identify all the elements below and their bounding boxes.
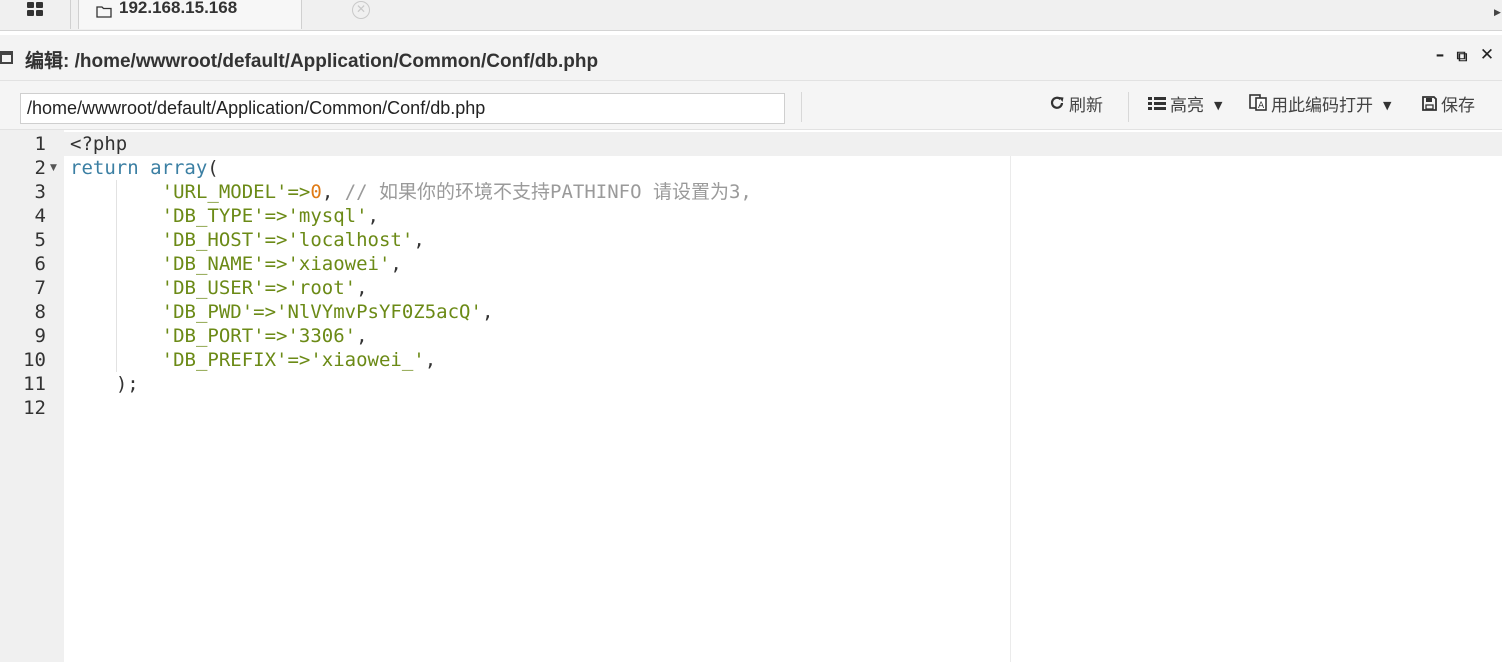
code-line: return array( (70, 157, 219, 179)
line-number: 5 (34, 229, 46, 251)
chevron-down-icon: ▼ (1214, 99, 1223, 112)
refresh-label: 刷新 (1069, 96, 1103, 116)
line-number: 7 (34, 277, 46, 299)
restore-button[interactable]: ⧉ (1453, 47, 1471, 65)
save-label: 保存 (1441, 96, 1475, 116)
code-line: 'URL_MODEL'=>0, // 如果你的环境不支持PATHINFO 请设置… (161, 181, 752, 203)
line-number: 2 (34, 157, 46, 179)
code-editor[interactable]: 1 2 ▼ 3 4 5 6 7 8 9 10 11 12 <?php retur… (0, 130, 1502, 662)
close-window-button[interactable]: ✕ (1478, 45, 1496, 65)
chevron-down-icon: ▼ (1383, 99, 1392, 112)
code-line: <?php (70, 133, 128, 155)
encoding-label: 用此编码打开 (1271, 96, 1373, 116)
code-content[interactable]: <?php return array( 'URL_MODEL'=>0, // 如… (70, 132, 1490, 420)
toolbar-divider (801, 92, 802, 122)
refresh-icon (1049, 94, 1065, 118)
code-line: 'DB_NAME'=>'xiaowei', (161, 253, 402, 275)
save-button[interactable]: 保存 (1422, 94, 1475, 118)
line-number: 4 (34, 205, 46, 227)
editor-toolbar: 刷新 高亮 ▼ A 用此编码打开 ▼ 保存 (0, 80, 1502, 130)
line-number: 8 (34, 301, 46, 323)
tab-bar: 192.168.15.168 ✕ ▶ (0, 0, 1502, 31)
encoding-dropdown[interactable]: A 用此编码打开 ▼ (1249, 94, 1391, 118)
file-path-input[interactable] (20, 93, 785, 124)
code-line: 'DB_PREFIX'=>'xiaowei_', (161, 349, 437, 371)
tab-close-icon[interactable]: ✕ (352, 1, 370, 19)
code-line: 'DB_TYPE'=>'mysql', (161, 205, 379, 227)
line-number: 6 (34, 253, 46, 275)
window-title-prefix: 编辑: (25, 51, 70, 72)
highlight-dropdown[interactable]: 高亮 ▼ (1148, 94, 1222, 118)
window-title: 编辑: /home/wwwroot/default/Application/Co… (25, 46, 598, 73)
folder-icon (96, 3, 112, 18)
list-icon (1148, 94, 1166, 118)
line-number: 9 (34, 325, 46, 347)
code-line: ); (115, 373, 139, 395)
translate-icon: A (1249, 94, 1267, 118)
fold-arrow-icon[interactable]: ▼ (50, 156, 57, 180)
code-line: 'DB_PORT'=>'3306', (161, 325, 368, 347)
line-number: 11 (23, 373, 46, 395)
line-number: 12 (23, 397, 46, 419)
tab-server[interactable]: 192.168.15.168 ✕ (78, 0, 370, 29)
code-line: 'DB_USER'=>'root', (161, 277, 368, 299)
tab-label: 192.168.15.168 (119, 0, 238, 17)
editor-window-titlebar: 编辑: /home/wwwroot/default/Application/Co… (0, 35, 1502, 80)
line-number: 3 (34, 181, 46, 203)
code-line: 'DB_HOST'=>'localhost', (161, 229, 425, 251)
line-number: 1 (34, 133, 46, 155)
grid-icon (27, 2, 43, 16)
window-title-path: /home/wwwroot/default/Application/Common… (74, 51, 599, 72)
refresh-button[interactable]: 刷新 (1049, 94, 1103, 118)
highlight-label: 高亮 (1170, 96, 1204, 116)
app-grid-button[interactable] (0, 0, 71, 29)
toolbar-divider (1128, 92, 1129, 122)
save-icon (1422, 94, 1437, 118)
window-icon (0, 51, 13, 64)
code-line: 'DB_PWD'=>'NlVYmvPsYF0Z5acQ', (161, 301, 494, 323)
tab-scroll-right-icon[interactable]: ▶ (1494, 4, 1502, 22)
line-number: 10 (23, 349, 46, 371)
svg-text:A: A (1258, 101, 1265, 111)
line-number-gutter: 1 2 ▼ 3 4 5 6 7 8 9 10 11 12 (0, 130, 64, 662)
minimize-button[interactable]: – (1431, 45, 1449, 65)
